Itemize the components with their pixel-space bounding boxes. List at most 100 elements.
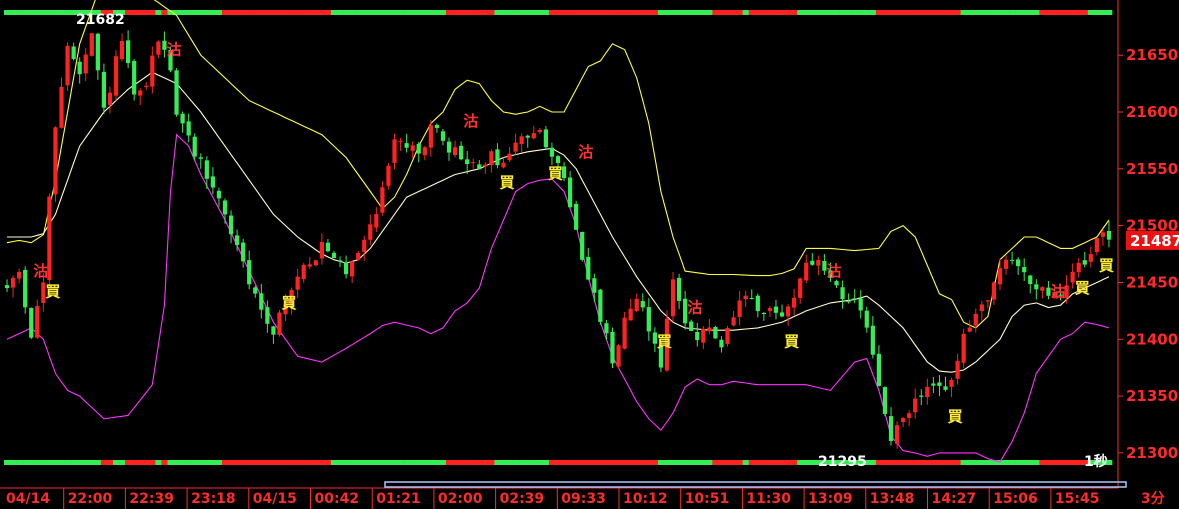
strip-cell bbox=[1045, 10, 1052, 15]
strip-cell bbox=[1105, 10, 1113, 15]
strip-cell bbox=[379, 10, 386, 15]
strip-cell bbox=[1015, 460, 1022, 465]
strip-cell bbox=[633, 460, 641, 465]
candle-body bbox=[126, 40, 131, 64]
strip-cell bbox=[282, 460, 289, 465]
strip-cell bbox=[591, 460, 598, 465]
candle-body bbox=[925, 386, 930, 398]
candle bbox=[23, 266, 28, 314]
strip-cell bbox=[149, 460, 156, 465]
candle-body bbox=[465, 159, 470, 164]
strip-cell bbox=[591, 10, 598, 15]
candle bbox=[29, 307, 34, 339]
y-tick-label: 21650 bbox=[1126, 46, 1178, 64]
strip-cell bbox=[185, 460, 192, 465]
strip-cell bbox=[318, 460, 326, 465]
strip-cell bbox=[990, 10, 998, 15]
strip-cell bbox=[996, 10, 1004, 15]
candle-body bbox=[876, 353, 882, 387]
strip-cell bbox=[355, 460, 362, 465]
strip-cell bbox=[421, 460, 429, 465]
strip-cell bbox=[52, 460, 59, 465]
strip-cell bbox=[258, 10, 265, 15]
strip-cell bbox=[58, 460, 65, 465]
strip-cell bbox=[82, 460, 90, 465]
candle-body bbox=[180, 113, 185, 124]
strip-cell bbox=[657, 10, 665, 15]
strip-cell bbox=[1027, 460, 1034, 465]
candle-body bbox=[241, 242, 246, 262]
strip-cell bbox=[234, 10, 241, 15]
candle-body bbox=[761, 313, 766, 314]
strip-cell bbox=[179, 460, 186, 465]
buy-signal: 買 bbox=[657, 333, 672, 351]
candle-body bbox=[10, 277, 16, 288]
strip-cell bbox=[209, 10, 217, 15]
strip-cell bbox=[470, 10, 477, 15]
strip-cell bbox=[415, 10, 423, 15]
strip-cell bbox=[276, 460, 283, 465]
strip-cell bbox=[355, 10, 362, 15]
strip-cell bbox=[361, 460, 368, 465]
strip-cell bbox=[137, 460, 144, 465]
strip-cell bbox=[639, 460, 647, 465]
candle-body bbox=[586, 256, 591, 280]
candle-body bbox=[416, 143, 421, 154]
strip-cell bbox=[52, 10, 59, 15]
buy-signal: 買 bbox=[45, 283, 60, 301]
strip-cell bbox=[1027, 10, 1034, 15]
strip-cell bbox=[294, 10, 301, 15]
strip-cell bbox=[506, 460, 513, 465]
x-tick-label: 02:00 bbox=[438, 491, 483, 507]
candle-body bbox=[610, 332, 615, 364]
strip-cell bbox=[863, 10, 871, 15]
strip-cell bbox=[1075, 460, 1083, 465]
candle-body bbox=[834, 281, 839, 286]
strip-cell bbox=[215, 10, 223, 15]
buy-signal: 買 bbox=[1099, 256, 1114, 274]
strip-cell bbox=[918, 460, 925, 465]
candle-body bbox=[864, 310, 869, 328]
strip-cell bbox=[1063, 10, 1070, 15]
strip-cell bbox=[645, 460, 653, 465]
strip-cell bbox=[125, 460, 132, 465]
strip-cell bbox=[730, 460, 737, 465]
strip-cell bbox=[670, 460, 677, 465]
strip-cell bbox=[579, 460, 586, 465]
strip-cell bbox=[712, 10, 719, 15]
strip-cell bbox=[585, 10, 592, 15]
candle-body bbox=[543, 129, 549, 148]
strip-cell bbox=[46, 460, 53, 465]
strip-cell bbox=[70, 460, 77, 465]
candle-body bbox=[519, 136, 524, 144]
candle-body bbox=[979, 304, 984, 312]
strip-cell bbox=[857, 10, 865, 15]
candle-body bbox=[852, 298, 857, 300]
candle-body bbox=[362, 239, 367, 253]
strip-cell bbox=[349, 10, 356, 15]
strip-cell bbox=[300, 10, 308, 15]
candle-body bbox=[440, 131, 446, 141]
candle-body bbox=[1094, 238, 1099, 252]
candle-body bbox=[755, 295, 760, 312]
strip-cell bbox=[191, 10, 199, 15]
candle bbox=[89, 33, 94, 57]
strip-cell bbox=[778, 10, 786, 15]
strip-cell bbox=[603, 10, 610, 15]
strip-cell bbox=[94, 460, 102, 465]
strip-cell bbox=[197, 10, 205, 15]
strip-cell bbox=[288, 10, 295, 15]
candle bbox=[961, 328, 966, 369]
candle-body bbox=[119, 40, 125, 60]
candle-body bbox=[77, 61, 82, 75]
strip-cell bbox=[1093, 10, 1101, 15]
strip-cell bbox=[397, 460, 404, 465]
candle bbox=[616, 344, 621, 369]
strip-cell bbox=[409, 460, 417, 465]
last-price-marker: 21487 bbox=[1126, 230, 1179, 250]
strip-cell bbox=[270, 10, 277, 15]
candle-body bbox=[737, 300, 742, 318]
candle-body bbox=[71, 46, 76, 60]
candle-body bbox=[186, 121, 191, 136]
period-selector[interactable]: 3分 bbox=[1141, 491, 1165, 507]
